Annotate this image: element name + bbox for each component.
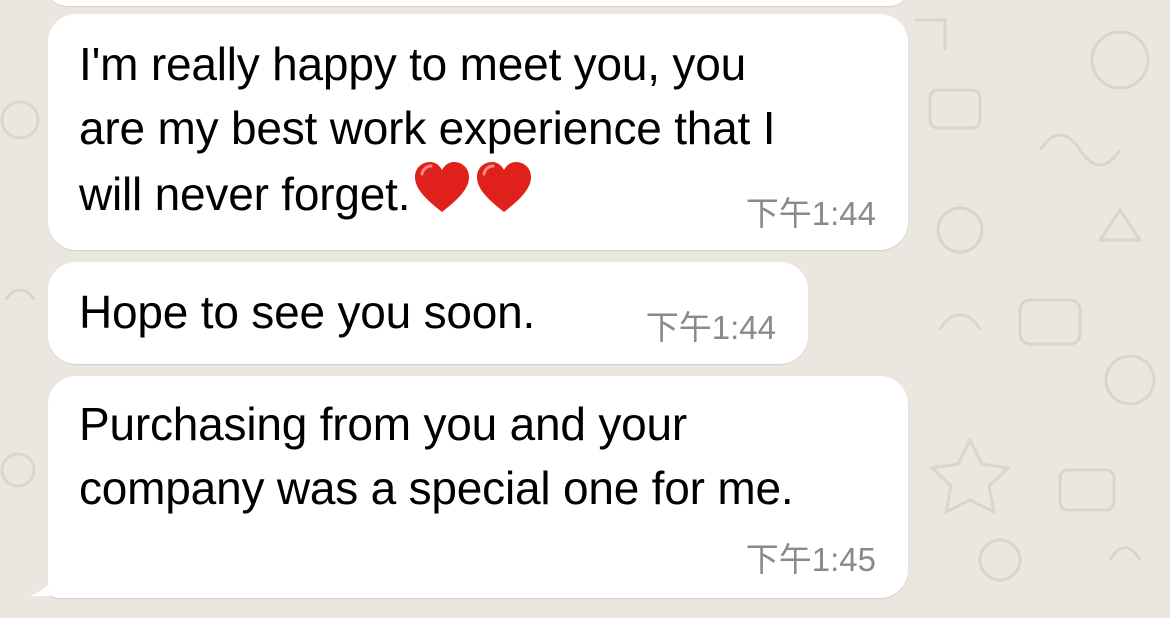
previous-message-bubble[interactable] — [48, 0, 908, 6]
message-text: Purchasing from you and your company was… — [79, 392, 794, 520]
message-timestamp: 下午1:44 — [645, 309, 776, 346]
message-timestamp: 下午1:44 — [745, 195, 876, 232]
message-line: I'm really happy to meet you, you — [79, 38, 746, 90]
red-heart-icon — [474, 160, 534, 216]
message-line: are my best work experience that I — [79, 102, 776, 154]
message-bubble[interactable]: I'm really happy to meet you, you are my… — [48, 14, 908, 250]
message-line: will never forget. — [79, 168, 411, 220]
message-line: Purchasing from you and your — [79, 398, 688, 450]
red-heart-icon — [412, 160, 472, 216]
message-text: Hope to see you soon. — [79, 286, 536, 338]
message-line: company was a special one for me. — [79, 462, 794, 514]
message-timestamp: 下午1:45 — [745, 541, 876, 578]
message-bubble[interactable]: Purchasing from you and your company was… — [48, 376, 908, 598]
message-text: I'm really happy to meet you, you are my… — [79, 32, 775, 226]
message-bubble[interactable]: Hope to see you soon. 下午1:44 — [48, 262, 808, 364]
